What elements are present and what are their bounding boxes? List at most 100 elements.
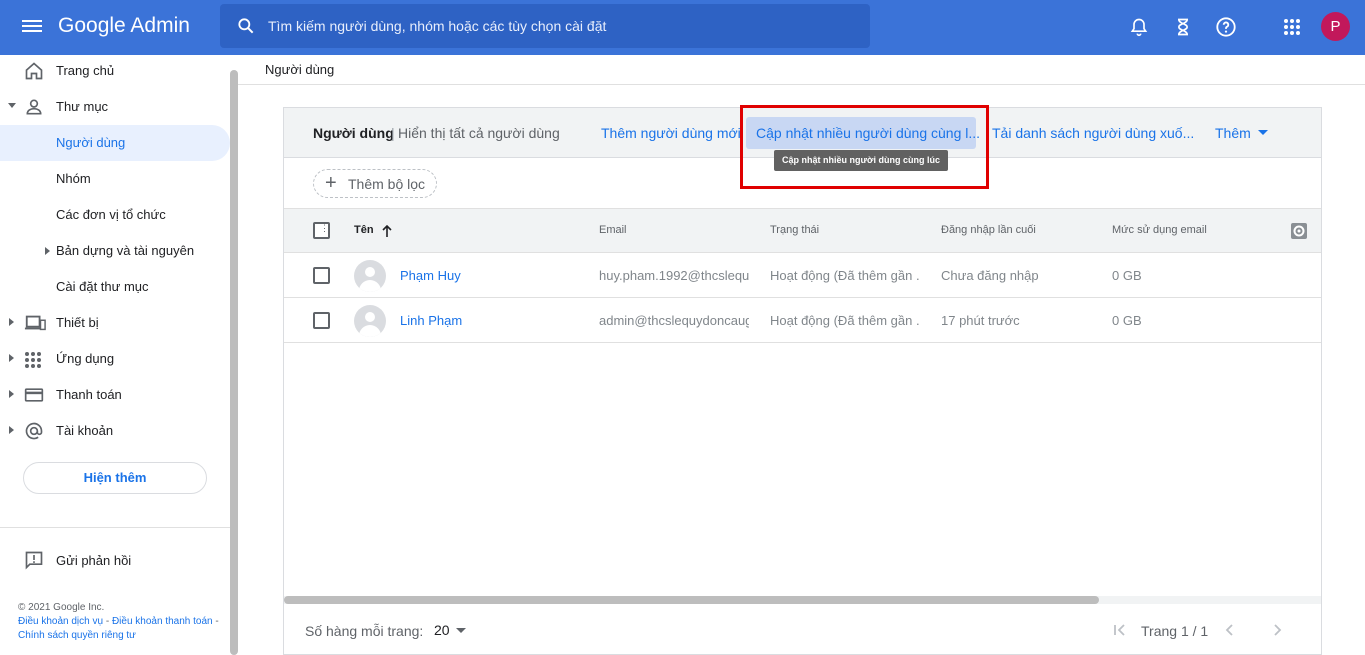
sidebar-item-label: Tài khoản <box>56 423 114 438</box>
sidebar-item-label: Bản dựng và tài nguyên <box>56 243 195 258</box>
main-menu-icon[interactable] <box>22 17 42 37</box>
caret-down-icon[interactable] <box>1258 130 1268 136</box>
sidebar-item-org-units[interactable]: Các đơn vị tổ chức <box>0 197 230 233</box>
add-user-button[interactable]: Thêm người dùng mới <box>601 125 741 141</box>
user-avatar <box>354 305 386 337</box>
show-more-button[interactable]: Hiện thêm <box>23 462 207 494</box>
user-email-usage: 0 GB <box>1112 268 1142 283</box>
apps-launcher-icon[interactable] <box>1283 18 1301 36</box>
account-avatar[interactable]: P <box>1321 12 1350 41</box>
card-title: Người dùng <box>313 125 394 141</box>
first-page-icon[interactable] <box>1112 622 1128 638</box>
breadcrumb-bar: Người dùng <box>238 55 1365 85</box>
column-header-last-login[interactable]: Đăng nhập lần cuối <box>941 224 1036 236</box>
feedback-icon <box>25 551 43 570</box>
title-separator: | <box>391 125 395 141</box>
sidebar-item-directory-settings[interactable]: Cài đặt thư mục <box>0 269 230 305</box>
person-icon <box>26 99 42 115</box>
at-sign-icon <box>25 422 43 440</box>
sidebar-item-buildings[interactable]: Bản dựng và tài nguyên <box>0 233 230 269</box>
table-row[interactable]: Linh Phạm admin@thcslequydoncaugiay.edu.… <box>284 298 1321 343</box>
help-icon[interactable] <box>1215 16 1237 38</box>
scrollbar-thumb[interactable] <box>284 596 1099 604</box>
send-feedback-link[interactable]: Gửi phản hồi <box>0 545 230 577</box>
hourglass-icon[interactable] <box>1173 16 1193 38</box>
notifications-bell-icon[interactable] <box>1129 16 1149 38</box>
user-last-login: Chưa đăng nhập <box>941 268 1039 283</box>
sidebar-item-home[interactable]: Trang chủ <box>0 53 230 89</box>
caret-right-icon[interactable] <box>9 318 14 326</box>
terms-link[interactable]: Điều khoản dịch vụ <box>18 616 103 627</box>
table-row[interactable]: Phạm Huy huy.pham.1992@thcslequydoncau..… <box>284 253 1321 298</box>
dropdown-arrow-icon[interactable] <box>456 628 466 633</box>
sort-ascending-icon[interactable] <box>382 225 392 237</box>
copyright-text: © 2021 Google Inc. <box>18 602 105 613</box>
sidebar-scrollbar[interactable] <box>230 70 238 655</box>
sidebar-item-label: Ứng dụng <box>56 351 115 366</box>
horizontal-scrollbar[interactable] <box>284 596 1321 604</box>
sidebar-item-label: Thiết bị <box>56 315 99 330</box>
column-header-name[interactable]: Tên <box>354 224 374 236</box>
caret-right-icon[interactable] <box>9 426 14 434</box>
row-checkbox[interactable] <box>313 312 330 329</box>
rows-per-page-select[interactable]: 20 <box>434 622 450 638</box>
top-bar: Google Admin P <box>0 0 1365 55</box>
card-subtitle: Hiển thị tất cả người dùng <box>398 125 560 141</box>
more-actions-button[interactable]: Thêm <box>1215 125 1251 141</box>
sidebar-item-apps[interactable]: Ứng dụng <box>0 341 230 377</box>
download-users-button[interactable]: Tải danh sách người dùng xuố... <box>992 125 1194 141</box>
user-avatar <box>354 260 386 292</box>
row-checkbox[interactable] <box>313 267 330 284</box>
sidebar-item-billing[interactable]: Thanh toán <box>0 377 230 413</box>
sidebar-item-account[interactable]: Tài khoản <box>0 413 230 449</box>
divider <box>0 527 230 528</box>
sidebar-item-label: Người dùng <box>56 135 126 150</box>
user-status: Hoạt động (Đã thêm gần ... <box>770 268 920 283</box>
column-header-status[interactable]: Trạng thái <box>770 224 819 236</box>
user-status: Hoạt động (Đã thêm gần ... <box>770 313 920 328</box>
sidebar-item-devices[interactable]: Thiết bị <box>0 305 230 341</box>
caret-right-icon[interactable] <box>45 247 50 255</box>
sidebar-item-directory[interactable]: Thư mục <box>0 89 230 125</box>
search-bar[interactable] <box>220 4 870 48</box>
caret-right-icon[interactable] <box>9 390 14 398</box>
previous-page-icon[interactable] <box>1222 622 1238 638</box>
feedback-label: Gửi phản hồi <box>56 553 132 568</box>
caret-down-icon[interactable] <box>8 103 16 109</box>
sidebar-item-label: Trang chủ <box>56 63 115 78</box>
users-card: Người dùng | Hiển thị tất cả người dùng … <box>283 107 1322 655</box>
user-last-login: 17 phút trước <box>941 313 1020 328</box>
user-name-link[interactable]: Linh Phạm <box>400 313 462 328</box>
sidebar-item-label: Nhóm <box>56 171 91 186</box>
sidebar-item-groups[interactable]: Nhóm <box>0 161 230 197</box>
breadcrumb[interactable]: Người dùng <box>265 62 334 77</box>
plus-icon: + <box>325 172 337 194</box>
sidebar-item-label: Thư mục <box>56 99 109 114</box>
app-title[interactable]: Google Admin <box>58 14 190 38</box>
page-indicator: Trang 1 / 1 <box>1141 623 1209 639</box>
sidebar-item-label: Cài đặt thư mục <box>56 279 149 294</box>
caret-right-icon[interactable] <box>9 354 14 362</box>
sidebar-item-users[interactable]: Người dùng <box>0 125 230 161</box>
home-icon <box>25 62 43 80</box>
user-email: admin@thcslequydoncaugiay.edu.vn <box>599 313 749 328</box>
devices-icon <box>24 315 46 331</box>
column-header-email[interactable]: Email <box>599 224 627 236</box>
user-name-link[interactable]: Phạm Huy <box>400 268 461 283</box>
sidebar-item-label: Các đơn vị tổ chức <box>56 207 166 222</box>
search-icon[interactable] <box>236 16 256 36</box>
highlight-annotation-box <box>740 105 989 189</box>
add-filter-button[interactable]: + Thêm bộ lọc <box>313 169 437 198</box>
column-settings-gear-icon[interactable] <box>1291 223 1307 239</box>
select-all-checkbox[interactable]: ⋮ <box>313 222 330 239</box>
add-filter-label: Thêm bộ lọc <box>348 176 426 192</box>
search-input[interactable] <box>268 4 858 48</box>
sidebar: Trang chủ Thư mục Người dùng Nhóm Các đơ… <box>0 55 238 655</box>
column-header-email-usage[interactable]: Mức sử dụng email <box>1112 224 1207 236</box>
next-page-icon[interactable] <box>1269 622 1285 638</box>
credit-card-icon <box>24 388 44 402</box>
pagination-bar: Số hàng mỗi trang: 20 Trang 1 / 1 <box>284 608 1321 654</box>
privacy-link[interactable]: Chính sách quyền riêng tư <box>18 630 136 641</box>
sidebar-item-label: Thanh toán <box>56 387 122 402</box>
billing-terms-link[interactable]: Điều khoản thanh toán <box>112 616 213 627</box>
